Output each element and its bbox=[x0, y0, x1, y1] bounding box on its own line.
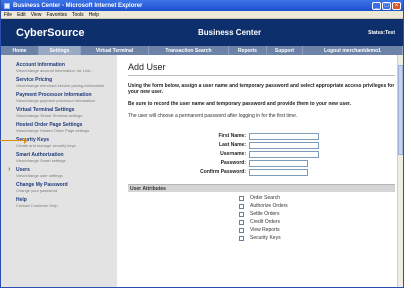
password-field[interactable] bbox=[249, 159, 308, 167]
password-row: Password: bbox=[128, 159, 395, 167]
first-name-row: First Name: bbox=[128, 132, 395, 140]
selected-arrow-icon: › bbox=[8, 166, 11, 173]
menu-edit[interactable]: Edit bbox=[17, 12, 26, 18]
checkbox[interactable] bbox=[239, 203, 244, 209]
sidebar-item-payment-processor[interactable]: Payment Processor Information View/chang… bbox=[16, 92, 117, 103]
permission-label: Order Search bbox=[250, 195, 281, 201]
password-label: Password: bbox=[220, 160, 246, 166]
permission-label: Security Keys bbox=[250, 235, 281, 241]
nav-support[interactable]: Support bbox=[267, 46, 303, 55]
status-text: Status:Test bbox=[368, 29, 395, 36]
menu-bar: File Edit View Favorites Tools Help bbox=[1, 11, 403, 19]
user-attributes-header: User Attributes bbox=[128, 184, 395, 192]
confirm-password-label: Confirm Password: bbox=[200, 169, 246, 175]
last-name-label: Last Name: bbox=[219, 142, 246, 148]
sidebar-item-security-keys[interactable]: Security Keys Create and manage security… bbox=[16, 137, 117, 148]
last-name-field[interactable] bbox=[249, 141, 319, 149]
nav-settings[interactable]: Settings bbox=[39, 46, 81, 55]
username-field[interactable] bbox=[249, 150, 319, 158]
sidebar-item-desc: View/change user settings bbox=[16, 173, 63, 178]
sidebar-item-users[interactable]: › Users View/change user settings bbox=[8, 166, 117, 178]
note-text: The user will choose a permanent passwor… bbox=[128, 113, 298, 119]
confirm-password-field[interactable] bbox=[249, 168, 308, 176]
first-name-field[interactable] bbox=[249, 132, 319, 140]
menu-favorites[interactable]: Favorites bbox=[46, 12, 67, 18]
checkbox[interactable] bbox=[239, 211, 244, 217]
sidebar-item-desc: View/change merchant service pricing inf… bbox=[16, 83, 105, 88]
window-title: Business Center - Microsoft Internet Exp… bbox=[13, 2, 143, 9]
intro-text: Using the form below, assign a user name… bbox=[128, 83, 395, 95]
sidebar-item-virtual-terminal[interactable]: Virtual Terminal Settings View/change Vi… bbox=[16, 107, 117, 118]
add-user-panel: Add User Using the form below, assign a … bbox=[117, 55, 403, 287]
checkbox[interactable] bbox=[239, 195, 244, 201]
permission-security-keys[interactable]: Security Keys bbox=[239, 234, 395, 242]
permission-label: View Reports bbox=[250, 227, 280, 233]
callout-line bbox=[0, 138, 27, 144]
maximize-icon[interactable]: □ bbox=[382, 1, 391, 10]
permission-order-search[interactable]: Order Search bbox=[239, 194, 395, 202]
warning-text: Be sure to record the user name and temp… bbox=[128, 101, 352, 107]
minimize-icon[interactable]: _ bbox=[372, 1, 381, 10]
permissions-list: Order Search Authorize Orders Settle Ord… bbox=[128, 194, 395, 242]
checkbox[interactable] bbox=[239, 235, 244, 241]
nav-virtual-terminal[interactable]: Virtual Terminal bbox=[81, 46, 149, 55]
sidebar-item-desc: View/change Virtual Terminal settings bbox=[16, 113, 83, 118]
sidebar-item-desc: View/change payment processor informatio… bbox=[16, 98, 95, 103]
sidebar-item-desc: Change your password bbox=[16, 188, 58, 193]
sidebar-item-change-password[interactable]: Change My Password Change your password bbox=[16, 182, 117, 193]
ie-icon bbox=[4, 2, 10, 9]
sidebar-item-hosted-order-page[interactable]: Hosted Order Page Settings View/change H… bbox=[16, 122, 117, 133]
checkbox[interactable] bbox=[239, 219, 244, 225]
main-nav: Home Settings Virtual Terminal Transacti… bbox=[1, 46, 403, 55]
menu-view[interactable]: View bbox=[31, 12, 42, 18]
permission-label: Credit Orders bbox=[250, 219, 281, 225]
nav-transaction-search[interactable]: Transaction Search bbox=[149, 46, 229, 55]
permission-credit-orders[interactable]: Credit Orders bbox=[239, 218, 395, 226]
username-row: Username: bbox=[128, 150, 395, 158]
menu-file[interactable]: File bbox=[4, 12, 12, 18]
settings-sidebar: Account Information View/change account … bbox=[1, 55, 117, 287]
sidebar-item-desc: View/change Hosted Order Page settings bbox=[16, 128, 90, 133]
scrollbar-thumb[interactable] bbox=[398, 65, 403, 155]
sidebar-item-smart-authorization[interactable]: Smart Authorization View/change Smart se… bbox=[16, 152, 117, 163]
vertical-scrollbar[interactable] bbox=[397, 55, 403, 287]
brand-logo[interactable]: CyberSource bbox=[16, 27, 166, 39]
page-title: Add User bbox=[128, 62, 166, 72]
menu-help[interactable]: Help bbox=[89, 12, 99, 18]
first-name-label: First Name: bbox=[218, 133, 246, 139]
permission-label: Settle Orders bbox=[250, 211, 280, 217]
sidebar-item-desc: Create and manage security keys bbox=[16, 143, 76, 148]
nav-logout[interactable]: Logout merchantdemo1 bbox=[303, 46, 403, 55]
username-label: Username: bbox=[220, 151, 246, 157]
nav-reports[interactable]: Reports bbox=[229, 46, 267, 55]
sidebar-item-service-pricing[interactable]: Service Pricing View/change merchant ser… bbox=[16, 77, 117, 88]
permission-view-reports[interactable]: View Reports bbox=[239, 226, 395, 234]
last-name-row: Last Name: bbox=[128, 141, 395, 149]
sidebar-item-desc: View/change account information, for Liv… bbox=[16, 68, 94, 73]
sidebar-item-account-information[interactable]: Account Information View/change account … bbox=[16, 62, 117, 73]
close-icon[interactable]: × bbox=[392, 1, 401, 10]
permission-settle-orders[interactable]: Settle Orders bbox=[239, 210, 395, 218]
sidebar-item-desc: View/change Smart settings bbox=[16, 158, 66, 163]
permission-authorize-orders[interactable]: Authorize Orders bbox=[239, 202, 395, 210]
nav-home[interactable]: Home bbox=[1, 46, 39, 55]
app-title: Business Center bbox=[198, 28, 262, 37]
menu-tools[interactable]: Tools bbox=[72, 12, 84, 18]
permission-label: Authorize Orders bbox=[250, 203, 288, 209]
sidebar-item-desc: Contact Customer Help bbox=[16, 203, 58, 208]
browser-window: Business Center - Microsoft Internet Exp… bbox=[0, 0, 404, 288]
confirm-password-row: Confirm Password: bbox=[128, 168, 395, 176]
callout-arrow-icon bbox=[24, 138, 27, 144]
window-titlebar: Business Center - Microsoft Internet Exp… bbox=[1, 0, 403, 11]
checkbox[interactable] bbox=[239, 227, 244, 233]
sidebar-item-help[interactable]: Help Contact Customer Help bbox=[16, 197, 117, 208]
app-header: CyberSource Business Center Status:Test bbox=[1, 19, 403, 46]
title-divider bbox=[128, 75, 395, 76]
